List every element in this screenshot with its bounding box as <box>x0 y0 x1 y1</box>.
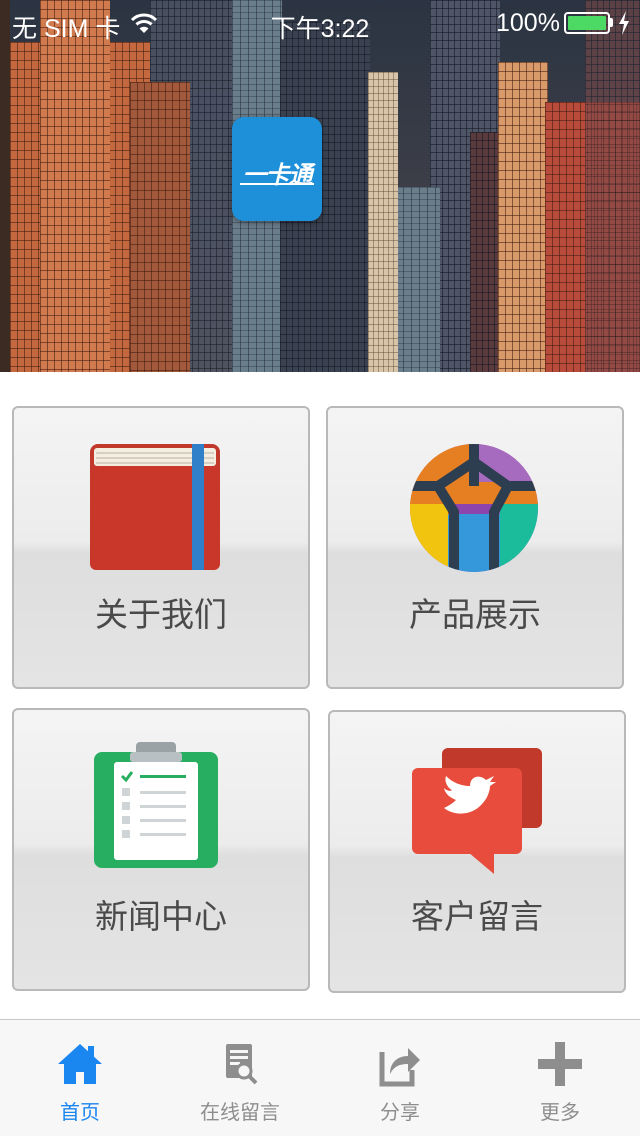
battery-percentage: 100% <box>496 9 560 37</box>
tab-label: 首页 <box>60 1100 100 1124</box>
building <box>498 62 548 372</box>
app-logo-underline <box>240 183 314 185</box>
tab-bar: 首页 在线留言 分享 更多 <box>0 1019 640 1136</box>
battery-icon <box>564 12 610 34</box>
building <box>130 82 190 372</box>
menu-tile-about-us[interactable]: 关于我们 <box>12 406 310 689</box>
battery-level <box>568 16 606 30</box>
building <box>40 0 110 372</box>
battery-tip <box>610 18 613 27</box>
tab-label: 分享 <box>380 1100 420 1124</box>
tab-share[interactable]: 分享 <box>320 1020 480 1136</box>
green-clipboard-icon <box>94 742 218 868</box>
building <box>368 72 398 372</box>
home-icon <box>58 1044 102 1084</box>
app-logo: 一卡通 <box>232 117 322 221</box>
banner-edge <box>0 0 10 372</box>
share-icon <box>379 1048 420 1087</box>
menu-tile-label: 新闻中心 <box>95 897 227 936</box>
red-speech-bubble-bird-icon <box>412 748 542 874</box>
menu-tile-label: 产品展示 <box>409 595 541 634</box>
colorful-products-icon <box>410 444 538 572</box>
tab-online-message[interactable]: 在线留言 <box>160 1020 320 1136</box>
status-bar: 无 SIM 卡 下午3:22 100% <box>0 0 640 44</box>
tab-label: 在线留言 <box>200 1100 280 1124</box>
menu-tile-products[interactable]: 产品展示 <box>326 406 624 689</box>
menu-tile-label: 客户留言 <box>411 897 543 936</box>
building <box>585 0 640 372</box>
building <box>395 187 440 372</box>
tab-home[interactable]: 首页 <box>0 1020 160 1136</box>
charging-bolt-icon <box>619 11 629 35</box>
tab-label: 更多 <box>540 1100 580 1124</box>
menu-tile-label: 关于我们 <box>95 595 227 634</box>
menu-tile-news[interactable]: 新闻中心 <box>12 708 310 991</box>
plus-icon <box>538 1042 582 1086</box>
tab-more[interactable]: 更多 <box>480 1020 640 1136</box>
menu-tile-messages[interactable]: 客户留言 <box>328 710 626 993</box>
red-book-icon <box>90 444 220 570</box>
document-search-icon <box>226 1044 258 1085</box>
